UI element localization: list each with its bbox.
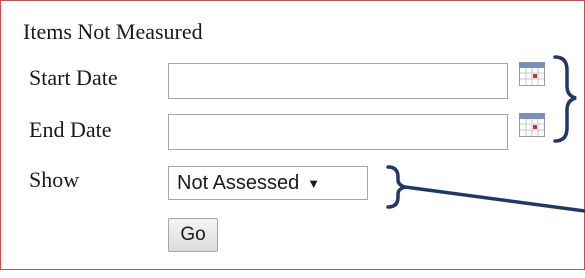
panel-heading: Items Not Measured (23, 19, 203, 44)
show-select[interactable]: Not Assessed ▼ (168, 166, 368, 200)
dropdown-arrow-icon: ▼ (307, 175, 321, 191)
items-not-measured-panel: Items Not Measured Start Date End Date S… (0, 0, 585, 270)
show-select-value: Not Assessed (177, 171, 300, 194)
end-date-calendar-icon[interactable] (519, 113, 545, 137)
show-label: Show (29, 167, 80, 192)
start-date-label: Start Date (29, 65, 118, 90)
start-date-input[interactable] (168, 63, 508, 99)
end-date-input[interactable] (168, 114, 508, 150)
screenshot-stage: Items Not Measured Start Date End Date S… (0, 0, 585, 278)
go-button[interactable]: Go (168, 218, 218, 252)
end-date-label: End Date (29, 117, 112, 142)
start-date-calendar-icon[interactable] (519, 62, 545, 86)
